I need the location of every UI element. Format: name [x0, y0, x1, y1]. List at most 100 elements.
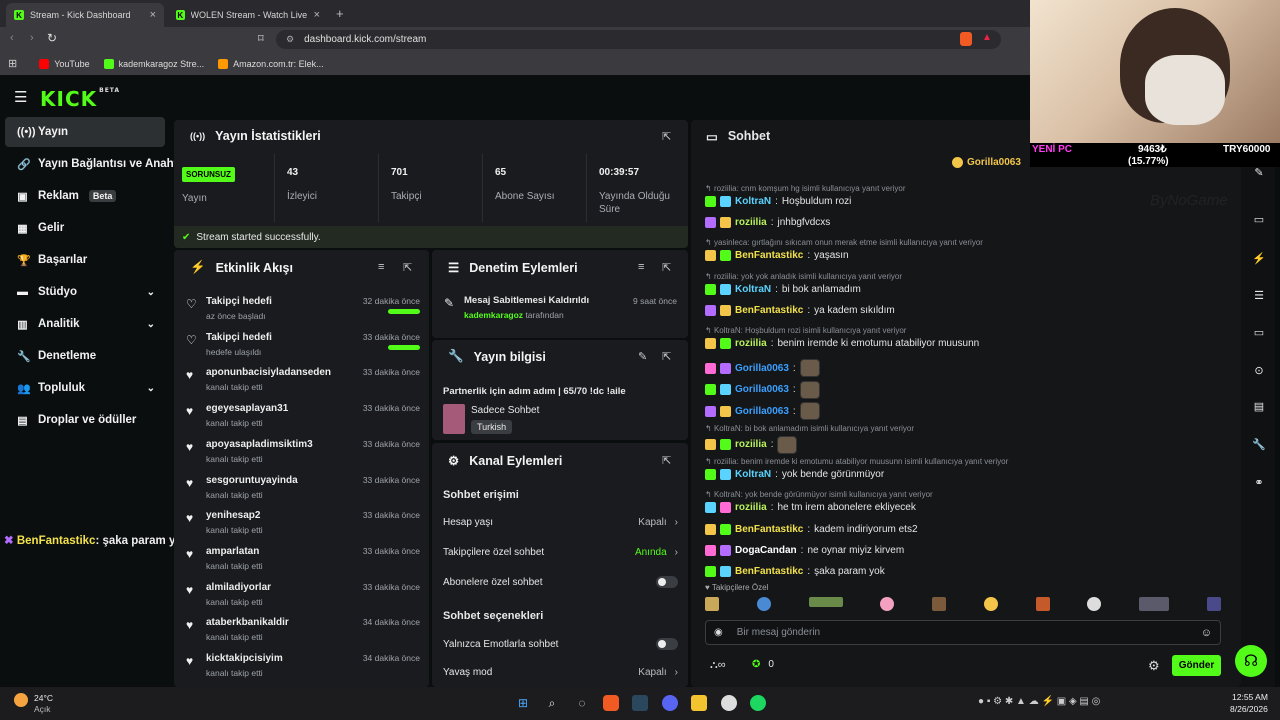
bookmark-amazon[interactable]: Amazon.com.tr: Elek...	[218, 58, 324, 69]
reload-icon[interactable]: ↻	[47, 31, 57, 45]
chat-message[interactable]: Gorilla0063:	[705, 359, 820, 378]
row-emote-only[interactable]: Yalnızca Emotlarla sohbet	[443, 638, 678, 650]
chat-username[interactable]: BenFantastikc	[735, 305, 803, 316]
folder-icon[interactable]	[691, 695, 707, 711]
popout-icon[interactable]: ⇱	[662, 454, 671, 467]
sidebar-item-analitik[interactable]: ▥ Analitik ⌄	[5, 309, 165, 339]
filter-icon[interactable]: ≡	[638, 261, 644, 273]
tab-wolen-stream[interactable]: K WOLEN Stream - Watch Live on K ×	[168, 3, 328, 27]
chat-message[interactable]: Gorilla0063:	[705, 380, 820, 399]
chat-username[interactable]: roziilia	[735, 502, 767, 513]
tab-stream-dashboard[interactable]: K Stream - Kick Dashboard ×	[6, 3, 164, 27]
close-tab-icon[interactable]: ×	[150, 9, 156, 21]
copilot-icon[interactable]: ◌	[574, 695, 590, 711]
sidebar-item-droplar[interactable]: ▤ Droplar ve ödüller	[5, 405, 165, 435]
spotify-icon[interactable]	[750, 695, 766, 711]
bookmark-youtube[interactable]: YouTube	[39, 58, 90, 69]
settings-icon[interactable]: ⚙	[1148, 658, 1160, 674]
chat-message[interactable]: roziilia: jnhbgfvdcxs	[705, 217, 830, 229]
emote-icon[interactable]	[1035, 597, 1050, 611]
chat-message[interactable]: roziilia: he tm irem abonelere ekliyecek	[705, 502, 916, 514]
stack-icon[interactable]: ▤	[1250, 400, 1268, 418]
share-icon[interactable]: ⚭	[1250, 476, 1268, 494]
chat-message[interactable]: BenFantastikc: ya kadem sıkıldım	[705, 304, 895, 316]
chat-message[interactable]: BenFantastikc: şaka param yok	[705, 566, 885, 577]
chat-message[interactable]: KoltraN: Hoşbuldum rozi	[705, 196, 851, 207]
apps-grid-icon[interactable]: ⊞	[8, 57, 17, 70]
emote-icon[interactable]	[756, 597, 771, 611]
panel-icon[interactable]: ▭	[1250, 213, 1268, 231]
chat-message[interactable]: KoltraN: bi bok anlamadım	[705, 283, 861, 295]
chat-message[interactable]: DogaCandan: ne oynar miyiz kirvem	[705, 544, 904, 556]
chat-username[interactable]: roziilia	[735, 338, 767, 349]
channel-points[interactable]: ✪ 0	[752, 659, 774, 670]
sidebar-item-reklam[interactable]: ▣ Reklam Beta	[5, 181, 165, 211]
row-subs-only[interactable]: Abonelere özel sohbet	[443, 576, 678, 588]
start-icon[interactable]: ⊞	[515, 695, 531, 711]
site-info-icon[interactable]: ⚙	[286, 34, 294, 45]
discord-icon[interactable]	[662, 695, 678, 711]
sidebar-item-topluluk[interactable]: 👥 Topluluk ⌄	[5, 373, 165, 403]
menu-icon[interactable]: ☰	[14, 88, 27, 106]
chat-message[interactable]: KoltraN: yok bende görünmüyor	[705, 469, 884, 481]
sidebar-item-yayin[interactable]: ((•)) Yayın	[5, 117, 165, 147]
edit-icon[interactable]: ✎	[638, 350, 647, 363]
emote-icon[interactable]	[983, 597, 998, 611]
back-icon[interactable]: ‹	[10, 32, 14, 44]
search-icon[interactable]: ⌕	[544, 695, 560, 711]
brave-shield-icon[interactable]	[960, 32, 972, 46]
sidebar-item-basarilar[interactable]: 🏆 Başarılar	[5, 245, 165, 275]
emoji-icon[interactable]: ☺	[1201, 627, 1212, 639]
chat-username[interactable]: BenFantastikc	[735, 524, 803, 535]
chat-message[interactable]: Gorilla0063:	[705, 402, 820, 421]
bookmark-kick[interactable]: kademkaragoz Stre...	[103, 58, 204, 69]
obs-icon[interactable]	[721, 695, 737, 711]
chat-username[interactable]: roziilia	[735, 217, 767, 228]
sidebar-item-gelir[interactable]: ▦ Gelir	[5, 213, 165, 243]
chat-username[interactable]: BenFantastikc	[735, 250, 803, 261]
send-button[interactable]: Gönder	[1172, 655, 1221, 676]
chat-username[interactable]: Gorilla0063	[735, 384, 789, 395]
brave-icon[interactable]	[603, 695, 619, 711]
popout-icon[interactable]: ⇱	[403, 261, 412, 274]
forward-icon[interactable]: ›	[30, 32, 34, 44]
popout-icon[interactable]: ⇱	[662, 130, 671, 143]
filter-icon[interactable]: ≡	[378, 261, 384, 273]
emote-icon[interactable]	[1087, 597, 1102, 611]
steam-icon[interactable]	[632, 695, 648, 711]
emote-icon[interactable]	[705, 597, 719, 611]
brave-rewards-icon[interactable]: ▲	[982, 32, 992, 43]
emote-icon[interactable]	[932, 597, 947, 611]
chat-message[interactable]: roziilia:	[705, 435, 798, 454]
toggle-switch[interactable]	[656, 638, 678, 650]
chat-input[interactable]: ◉ Bir mesaj gönderin ☺	[705, 620, 1221, 645]
chat-message[interactable]: BenFantastikc: yaşasın	[705, 250, 849, 262]
chat-message[interactable]: BenFantastikc: kadem indiriyorum ets2	[705, 523, 918, 535]
popout-icon[interactable]: ⇱	[662, 261, 671, 274]
list-icon[interactable]: ☰	[1250, 289, 1268, 307]
chat-icon[interactable]: ▭	[1250, 326, 1268, 344]
broadcast-icon[interactable]: ⊙	[1250, 364, 1268, 382]
toggle-switch[interactable]	[656, 576, 678, 588]
emote-icon[interactable]	[880, 597, 895, 611]
emote-icon[interactable]	[808, 597, 843, 607]
chat-username[interactable]: BenFantastikc	[735, 566, 803, 577]
emote-icon[interactable]	[1139, 597, 1170, 611]
row-slow-mode[interactable]: Yavaş mod Kapalı ›	[443, 667, 678, 678]
sidebar-item-stream-key[interactable]: 🔗 Yayın Bağlantısı ve Anahtarı	[5, 149, 177, 179]
support-icon[interactable]: ☊	[1235, 645, 1267, 677]
chat-username[interactable]: KoltraN	[735, 196, 771, 207]
new-tab-icon[interactable]: +	[336, 6, 344, 21]
chat-username[interactable]: KoltraN	[735, 469, 771, 480]
chat-username[interactable]: KoltraN	[735, 284, 771, 295]
chat-message[interactable]: roziilia: benim iremde ki emotumu atabili…	[705, 338, 979, 349]
close-tab-icon[interactable]: ×	[314, 9, 320, 21]
wrench-icon[interactable]: 🔧	[1250, 438, 1268, 456]
row-followers-only[interactable]: Takipçilere özel sohbet Anında ›	[443, 547, 678, 558]
chat-username[interactable]: roziilia	[735, 439, 767, 450]
sidebar-item-denetleme[interactable]: 🔧 Denetleme	[5, 341, 165, 371]
row-account-age[interactable]: Hesap yaşı Kapalı ›	[443, 517, 678, 528]
chat-username[interactable]: Gorilla0063	[735, 406, 789, 417]
chat-username[interactable]: DogaCandan	[735, 545, 797, 556]
users-icon[interactable]: ⛬∞	[710, 659, 726, 672]
